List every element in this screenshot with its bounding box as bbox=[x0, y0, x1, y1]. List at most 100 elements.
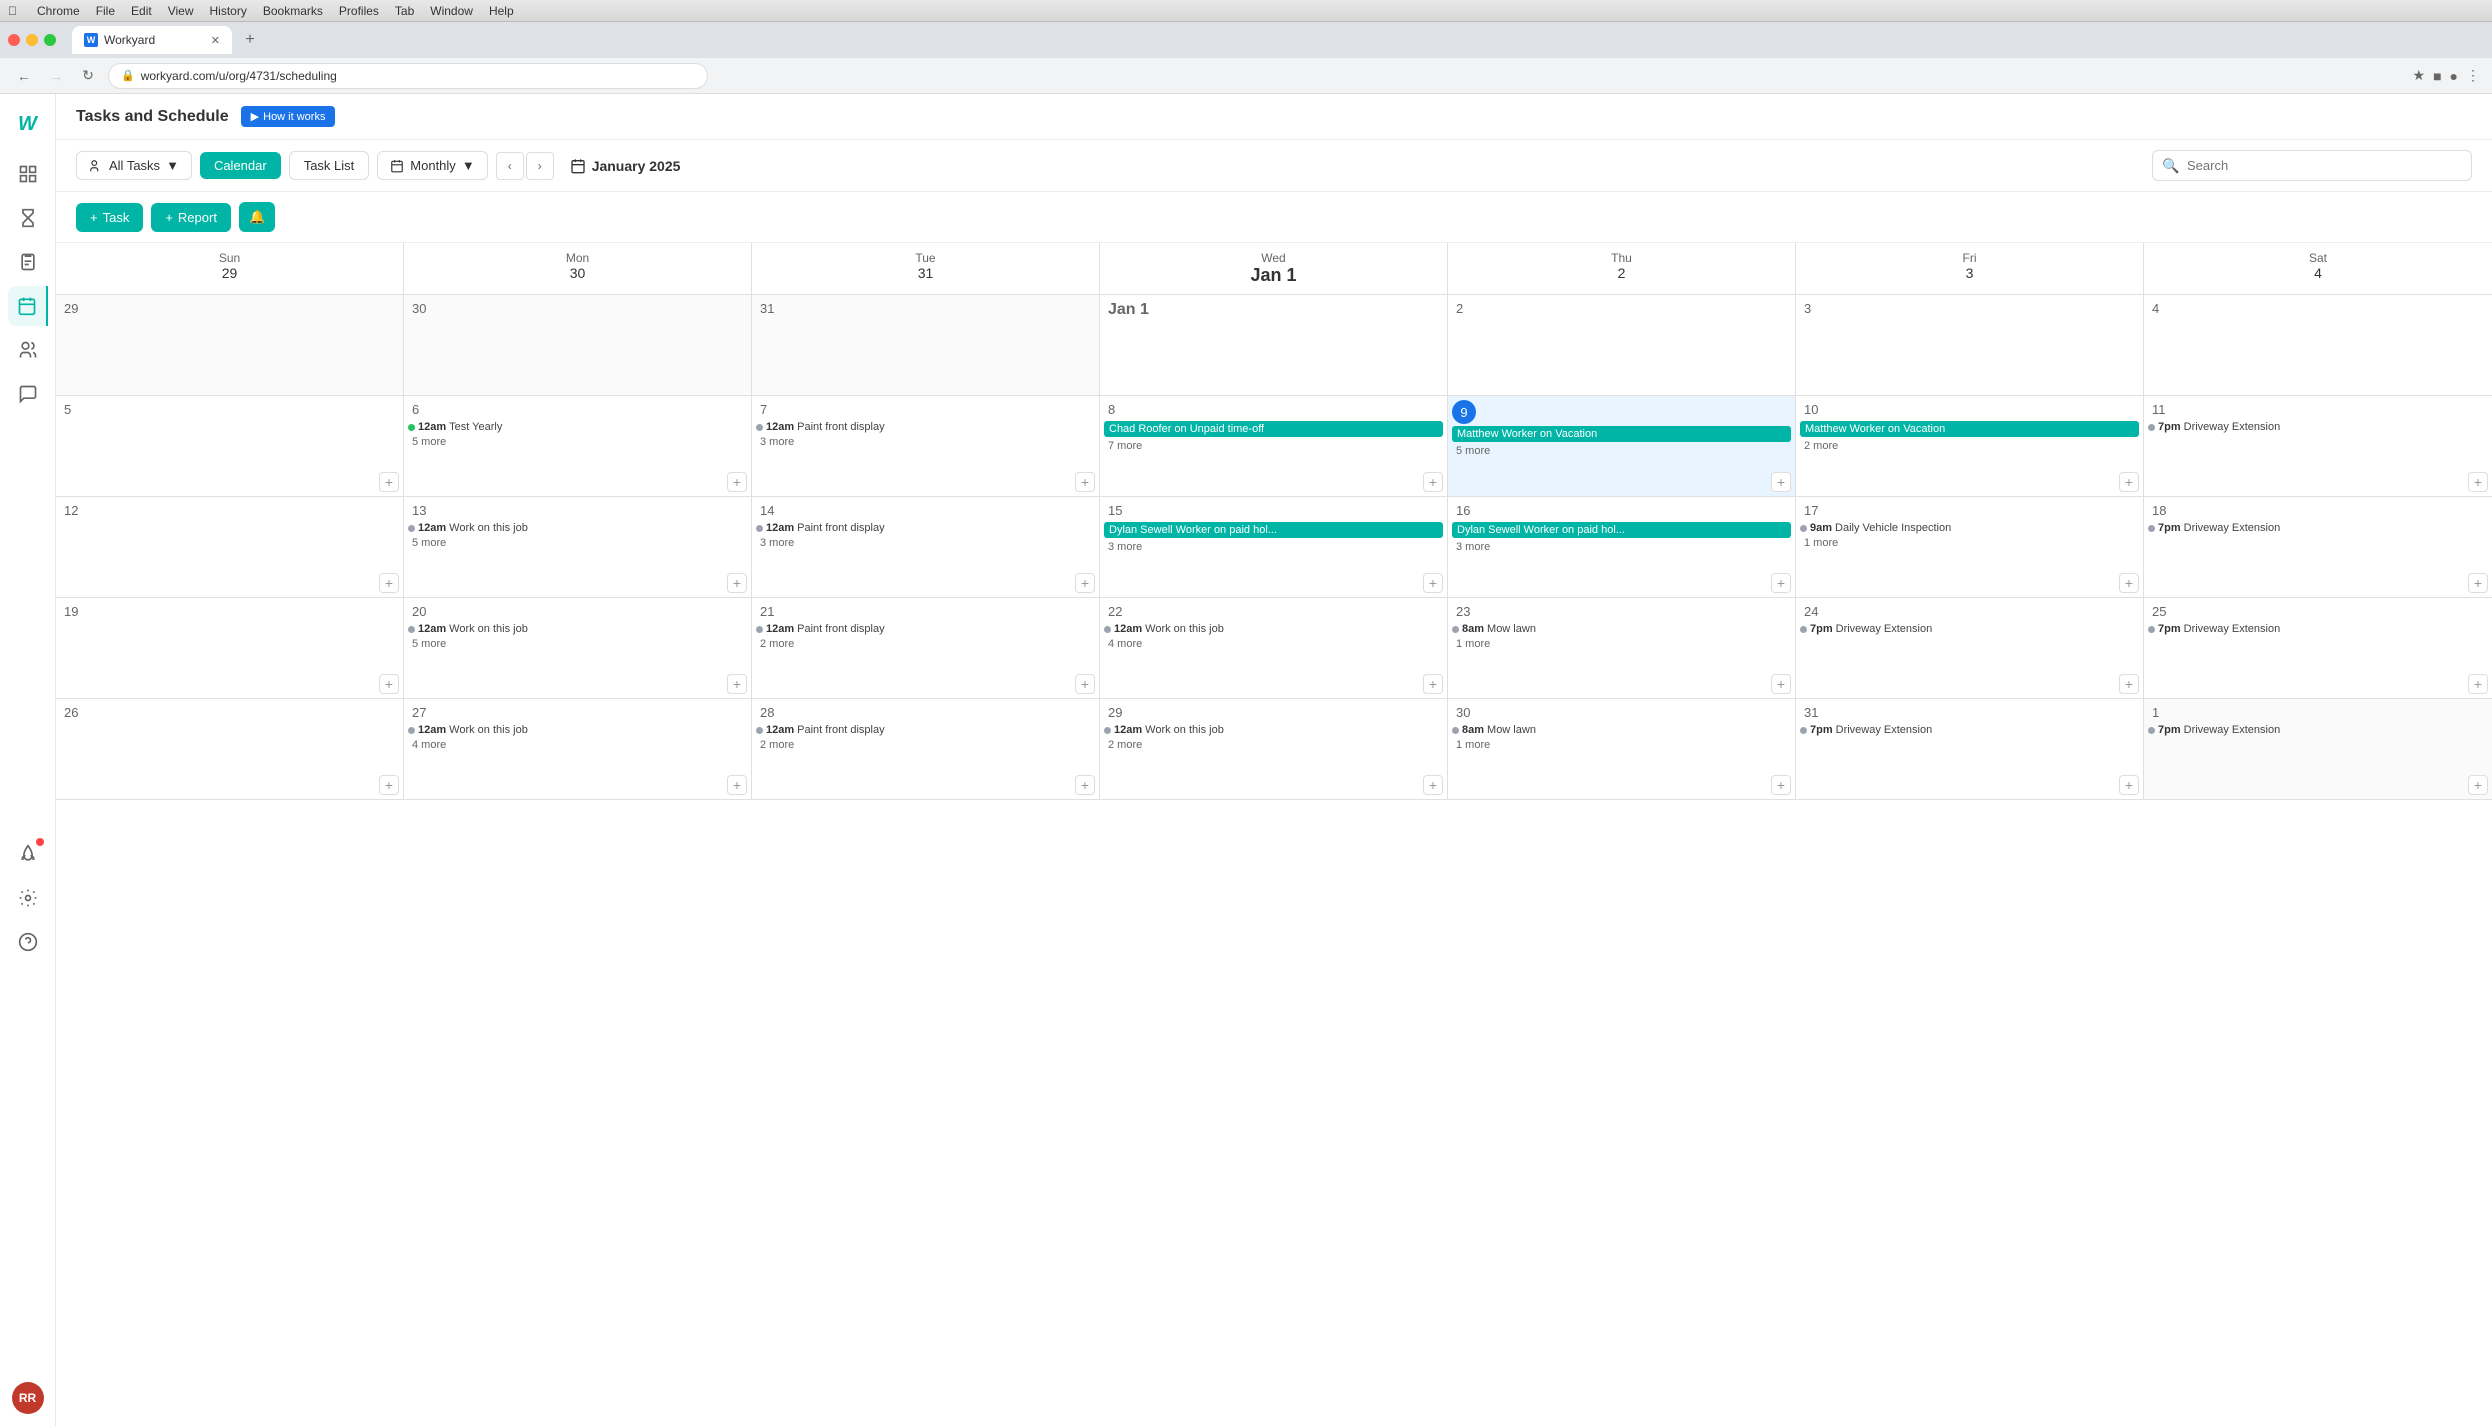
more-btn-14[interactable]: 3 more bbox=[756, 536, 798, 550]
event-18-1[interactable]: 7pm Driveway Extension bbox=[2148, 522, 2488, 534]
avatar[interactable]: RR bbox=[12, 1382, 44, 1414]
event-feb1-1[interactable]: 7pm Driveway Extension bbox=[2148, 724, 2488, 736]
sidebar-item-people[interactable] bbox=[8, 330, 48, 370]
event-29-1[interactable]: 12am Work on this job bbox=[1104, 724, 1443, 736]
add-event-25[interactable]: + bbox=[2468, 674, 2488, 694]
event-11-1[interactable]: 7pm Driveway Extension bbox=[2148, 421, 2488, 433]
add-event-10[interactable]: + bbox=[2119, 472, 2139, 492]
event-22-1[interactable]: 12am Work on this job bbox=[1104, 623, 1443, 635]
menu-history[interactable]: History bbox=[210, 4, 247, 18]
menu-view[interactable]: View bbox=[168, 4, 194, 18]
reload-button[interactable]: ↻ bbox=[76, 64, 100, 88]
event-13-1[interactable]: 12am Work on this job bbox=[408, 522, 747, 534]
event-9-1[interactable]: Matthew Worker on Vacation bbox=[1452, 426, 1791, 442]
add-event-31[interactable]: + bbox=[2119, 775, 2139, 795]
add-event-24[interactable]: + bbox=[2119, 674, 2139, 694]
add-event-20[interactable]: + bbox=[727, 674, 747, 694]
add-event-22[interactable]: + bbox=[1423, 674, 1443, 694]
add-event-18[interactable]: + bbox=[2468, 573, 2488, 593]
maximize-button[interactable] bbox=[44, 34, 56, 46]
event-31-1[interactable]: 7pm Driveway Extension bbox=[1800, 724, 2139, 736]
event-8-1[interactable]: Chad Roofer on Unpaid time-off bbox=[1104, 421, 1443, 437]
add-event-19[interactable]: + bbox=[379, 674, 399, 694]
profile-button[interactable]: ● bbox=[2450, 68, 2458, 84]
add-task-button[interactable]: + Task bbox=[76, 203, 143, 232]
add-event-16[interactable]: + bbox=[1771, 573, 1791, 593]
monthly-dropdown[interactable]: Monthly ▼ bbox=[377, 151, 487, 180]
more-btn-8[interactable]: 7 more bbox=[1104, 439, 1146, 453]
event-28-1[interactable]: 12am Paint front display bbox=[756, 724, 1095, 736]
add-event-11[interactable]: + bbox=[2468, 472, 2488, 492]
sidebar-item-messages[interactable] bbox=[8, 374, 48, 414]
add-event-6[interactable]: + bbox=[727, 472, 747, 492]
add-event-27[interactable]: + bbox=[727, 775, 747, 795]
add-event-17[interactable]: + bbox=[2119, 573, 2139, 593]
more-btn-23[interactable]: 1 more bbox=[1452, 637, 1494, 651]
event-27-1[interactable]: 12am Work on this job bbox=[408, 724, 747, 736]
add-event-21[interactable]: + bbox=[1075, 674, 1095, 694]
calendar-view-button[interactable]: Calendar bbox=[200, 152, 281, 179]
add-event-29[interactable]: + bbox=[1423, 775, 1443, 795]
sidebar-item-settings[interactable] bbox=[8, 878, 48, 918]
notification-button[interactable]: 🔔 bbox=[239, 202, 275, 232]
event-7-1[interactable]: 12am Paint front display bbox=[756, 421, 1095, 433]
forward-button[interactable]: → bbox=[44, 64, 68, 88]
event-14-1[interactable]: 12am Paint front display bbox=[756, 522, 1095, 534]
more-btn-20[interactable]: 5 more bbox=[408, 637, 450, 651]
all-tasks-dropdown[interactable]: All Tasks ▼ bbox=[76, 151, 192, 180]
event-17-1[interactable]: 9am Daily Vehicle Inspection bbox=[1800, 522, 2139, 534]
event-20-1[interactable]: 12am Work on this job bbox=[408, 623, 747, 635]
next-month-button[interactable]: › bbox=[526, 152, 554, 180]
how-it-works-button[interactable]: ▶ How it works bbox=[241, 106, 336, 127]
event-25-1[interactable]: 7pm Driveway Extension bbox=[2148, 623, 2488, 635]
add-event-26[interactable]: + bbox=[379, 775, 399, 795]
event-10-1[interactable]: Matthew Worker on Vacation bbox=[1800, 421, 2139, 437]
more-btn-22[interactable]: 4 more bbox=[1104, 637, 1146, 651]
menu-button[interactable]: ⋮ bbox=[2466, 67, 2480, 84]
more-btn-17[interactable]: 1 more bbox=[1800, 536, 1842, 550]
sidebar-item-dashboard[interactable] bbox=[8, 154, 48, 194]
event-16-1[interactable]: Dylan Sewell Worker on paid hol... bbox=[1452, 522, 1791, 538]
sidebar-item-calendar[interactable] bbox=[8, 286, 48, 326]
sidebar-item-rocket[interactable] bbox=[8, 834, 48, 874]
more-btn-27[interactable]: 4 more bbox=[408, 738, 450, 752]
add-report-button[interactable]: + Report bbox=[151, 203, 231, 232]
tasklist-view-button[interactable]: Task List bbox=[289, 151, 370, 180]
event-6-1[interactable]: 12am Test Yearly bbox=[408, 421, 747, 433]
add-event-feb1[interactable]: + bbox=[2468, 775, 2488, 795]
event-15-1[interactable]: Dylan Sewell Worker on paid hol... bbox=[1104, 522, 1443, 538]
menu-help[interactable]: Help bbox=[489, 4, 514, 18]
add-event-5[interactable]: + bbox=[379, 472, 399, 492]
apple-menu[interactable]:  bbox=[8, 4, 17, 18]
add-event-15[interactable]: + bbox=[1423, 573, 1443, 593]
bookmark-button[interactable]: ★ bbox=[2413, 67, 2426, 84]
add-event-13[interactable]: + bbox=[727, 573, 747, 593]
more-btn-6[interactable]: 5 more bbox=[408, 435, 450, 449]
add-event-12[interactable]: + bbox=[379, 573, 399, 593]
add-event-14[interactable]: + bbox=[1075, 573, 1095, 593]
extensions-button[interactable]: ■ bbox=[2433, 68, 2441, 84]
event-23-1[interactable]: 8am Mow lawn bbox=[1452, 623, 1791, 635]
add-event-9[interactable]: + bbox=[1771, 472, 1791, 492]
add-event-30[interactable]: + bbox=[1771, 775, 1791, 795]
menu-profiles[interactable]: Profiles bbox=[339, 4, 379, 18]
more-btn-28[interactable]: 2 more bbox=[756, 738, 798, 752]
more-btn-15[interactable]: 3 more bbox=[1104, 540, 1146, 554]
search-input[interactable] bbox=[2152, 150, 2472, 181]
more-btn-10[interactable]: 2 more bbox=[1800, 439, 1842, 453]
more-btn-21[interactable]: 2 more bbox=[756, 637, 798, 651]
prev-month-button[interactable]: ‹ bbox=[496, 152, 524, 180]
minimize-button[interactable] bbox=[26, 34, 38, 46]
add-event-7[interactable]: + bbox=[1075, 472, 1095, 492]
add-event-8[interactable]: + bbox=[1423, 472, 1443, 492]
close-button[interactable] bbox=[8, 34, 20, 46]
more-btn-9[interactable]: 5 more bbox=[1452, 444, 1494, 458]
event-24-1[interactable]: 7pm Driveway Extension bbox=[1800, 623, 2139, 635]
event-30-1[interactable]: 8am Mow lawn bbox=[1452, 724, 1791, 736]
url-bar[interactable]: 🔒 workyard.com/u/org/4731/scheduling bbox=[108, 63, 708, 89]
add-event-23[interactable]: + bbox=[1771, 674, 1791, 694]
new-tab-button[interactable]: + bbox=[236, 26, 264, 54]
more-btn-30[interactable]: 1 more bbox=[1452, 738, 1494, 752]
sidebar-item-help[interactable] bbox=[8, 922, 48, 962]
menu-file[interactable]: File bbox=[96, 4, 115, 18]
